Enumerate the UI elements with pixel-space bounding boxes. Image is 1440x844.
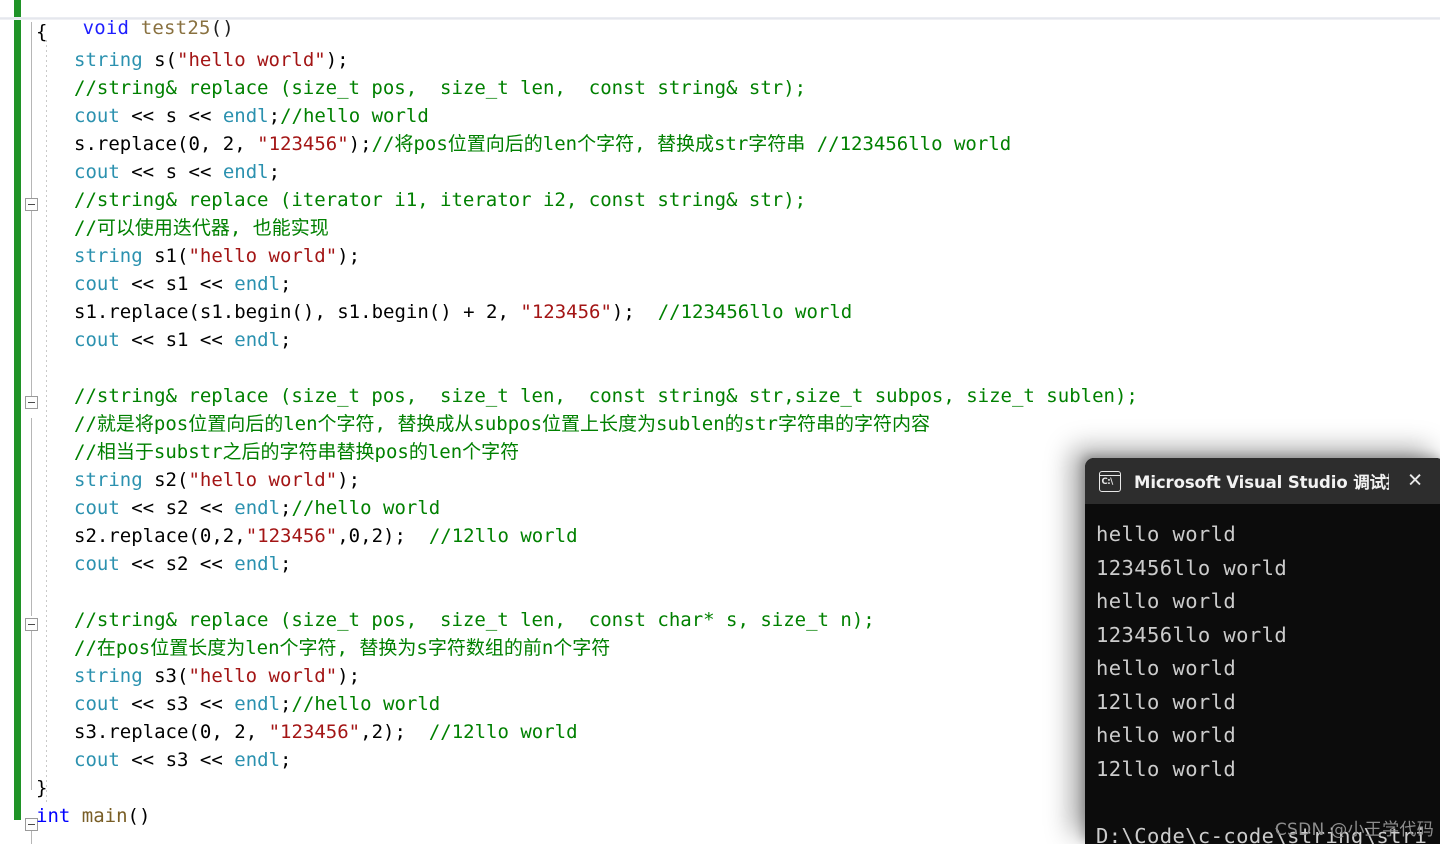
- console-output-line: hello world: [1096, 585, 1440, 619]
- code-line[interactable]: string s1("hello world");: [74, 242, 360, 270]
- code-line[interactable]: cout << s << endl;//hello world: [74, 102, 429, 130]
- code-line[interactable]: string s3("hello world");: [74, 662, 360, 690]
- code-line[interactable]: //在pos位置长度为len个字符, 替换为s字符数组的前n个字符: [74, 634, 610, 662]
- code-line[interactable]: //相当于substr之后的字符串替换pos的len个字符: [74, 438, 519, 466]
- code-line[interactable]: s1.replace(s1.begin(), s1.begin() + 2, "…: [74, 298, 852, 326]
- code-line[interactable]: {: [36, 18, 47, 46]
- code-line[interactable]: cout << s3 << endl;: [74, 746, 292, 774]
- code-line[interactable]: cout << s2 << endl;//hello world: [74, 494, 440, 522]
- console-output-line: hello world: [1096, 652, 1440, 686]
- console-output-line: 12llo world: [1096, 753, 1440, 787]
- code-line[interactable]: cout << s3 << endl;//hello world: [74, 690, 440, 718]
- close-icon[interactable]: ✕: [1407, 472, 1423, 491]
- console-title-text: Microsoft Visual Studio 调试控: [1134, 469, 1389, 493]
- console-title-bar[interactable]: C:\ Microsoft Visual Studio 调试控 ✕: [1085, 458, 1440, 504]
- debug-console-window[interactable]: C:\ Microsoft Visual Studio 调试控 ✕ hello …: [1085, 458, 1440, 844]
- editor-top-divider: [0, 17, 1440, 20]
- code-line[interactable]: //可以使用迭代器, 也能实现: [74, 214, 329, 242]
- console-output-line: 123456llo world: [1096, 619, 1440, 653]
- code-line[interactable]: cout << s << endl;: [74, 158, 280, 186]
- console-output-area[interactable]: hello world123456llo worldhello world123…: [1085, 504, 1440, 844]
- code-line[interactable]: string s("hello world");: [74, 46, 349, 74]
- code-line[interactable]: int main(): [36, 802, 150, 830]
- console-window-icon: C:\: [1099, 471, 1121, 492]
- console-output-line: hello world: [1096, 719, 1440, 753]
- code-line[interactable]: [74, 578, 85, 606]
- code-line[interactable]: }: [36, 774, 47, 802]
- csdn-watermark: CSDN @小王学代码: [1275, 815, 1434, 840]
- console-output-line: 123456llo world: [1096, 552, 1440, 586]
- code-line[interactable]: s2.replace(0,2,"123456",0,2); //12llo wo…: [74, 522, 578, 550]
- code-line[interactable]: cout << s1 << endl;: [74, 270, 292, 298]
- code-line[interactable]: [74, 354, 85, 382]
- code-line[interactable]: //就是将pos位置向后的len个字符, 替换成从subpos位置上长度为sub…: [74, 410, 930, 438]
- code-line[interactable]: //string& replace (size_t pos, size_t le…: [74, 606, 875, 634]
- console-icon-glyph: C:\: [1102, 477, 1113, 487]
- code-line[interactable]: //string& replace (size_t pos, size_t le…: [74, 382, 1138, 410]
- code-line[interactable]: //string& replace (iterator i1, iterator…: [74, 186, 806, 214]
- screenshot-root: void test25() {string s("hello world");/…: [0, 0, 1440, 844]
- code-line[interactable]: s3.replace(0, 2, "123456",2); //12llo wo…: [74, 718, 578, 746]
- code-line[interactable]: s.replace(0, 2, "123456");//将pos位置向后的len…: [74, 130, 1011, 158]
- code-line[interactable]: string s2("hello world");: [74, 466, 360, 494]
- code-line[interactable]: cout << s1 << endl;: [74, 326, 292, 354]
- code-line[interactable]: cout << s2 << endl;: [74, 550, 292, 578]
- code-line[interactable]: //string& replace (size_t pos, size_t le…: [74, 74, 806, 102]
- console-output-line: 12llo world: [1096, 686, 1440, 720]
- console-output-line: hello world: [1096, 518, 1440, 552]
